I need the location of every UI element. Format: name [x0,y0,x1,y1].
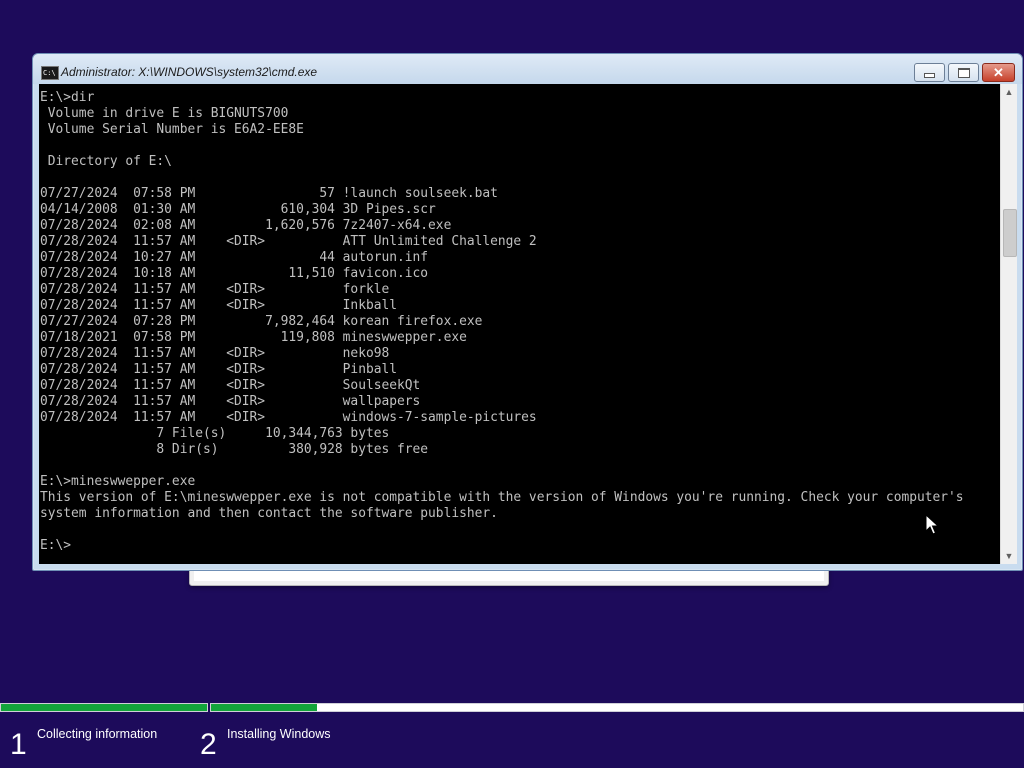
progress-fill-1 [1,704,207,711]
scroll-thumb[interactable] [1003,209,1017,257]
step-label: Installing Windows [227,727,331,741]
console-output[interactable]: E:\>dir Volume in drive E is BIGNUTS700 … [39,84,1000,564]
step-label: Collecting information [37,727,158,741]
close-button[interactable]: ✕ [982,63,1015,82]
minimize-button[interactable] [914,63,945,82]
setup-progress-bar [0,703,1024,712]
progress-segment-2 [210,703,1024,712]
maximize-button[interactable] [948,63,979,82]
console-icon: C:\ [41,66,59,80]
console-text: E:\>dir Volume in drive E is BIGNUTS700 … [40,90,964,553]
step-number: 2 [200,728,217,761]
step-number: 1 [10,728,27,761]
maximize-icon [957,67,970,78]
scroll-up-icon[interactable]: ▲ [1001,84,1017,100]
progress-segment-1 [0,703,208,712]
minimize-icon [924,73,935,78]
mouse-pointer-icon [925,514,939,535]
progress-fill-2 [211,704,317,711]
vertical-scrollbar[interactable]: ▲ ▼ [1000,84,1017,564]
cmd-window[interactable]: C:\ Administrator: X:\WINDOWS\system32\c… [32,53,1023,571]
scroll-down-icon[interactable]: ▼ [1001,548,1017,564]
close-icon: ✕ [993,65,1004,80]
window-title: Administrator: X:\WINDOWS\system32\cmd.e… [61,65,318,79]
title-bar[interactable]: C:\ Administrator: X:\WINDOWS\system32\c… [33,54,1022,84]
